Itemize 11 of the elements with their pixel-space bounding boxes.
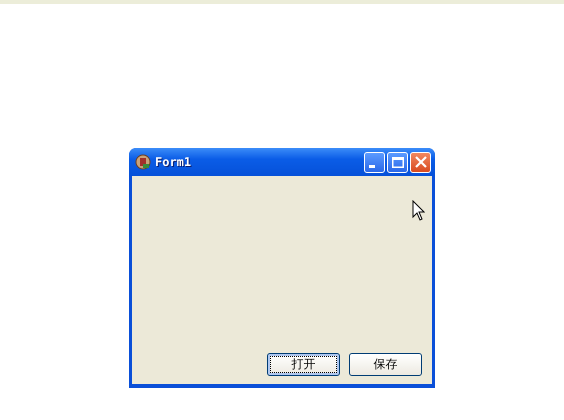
maximize-icon bbox=[392, 156, 404, 168]
close-button[interactable] bbox=[410, 152, 431, 172]
minimize-icon bbox=[369, 164, 375, 168]
close-icon bbox=[414, 156, 426, 168]
app-icon bbox=[135, 154, 151, 170]
form-button[interactable]: 打开 bbox=[267, 353, 340, 376]
minimize-button[interactable] bbox=[364, 152, 385, 172]
window-title: Form1 bbox=[155, 155, 192, 169]
form-button[interactable]: 保存 bbox=[349, 353, 422, 376]
maximize-button[interactable] bbox=[387, 152, 408, 172]
mouse-cursor-icon bbox=[412, 200, 425, 221]
